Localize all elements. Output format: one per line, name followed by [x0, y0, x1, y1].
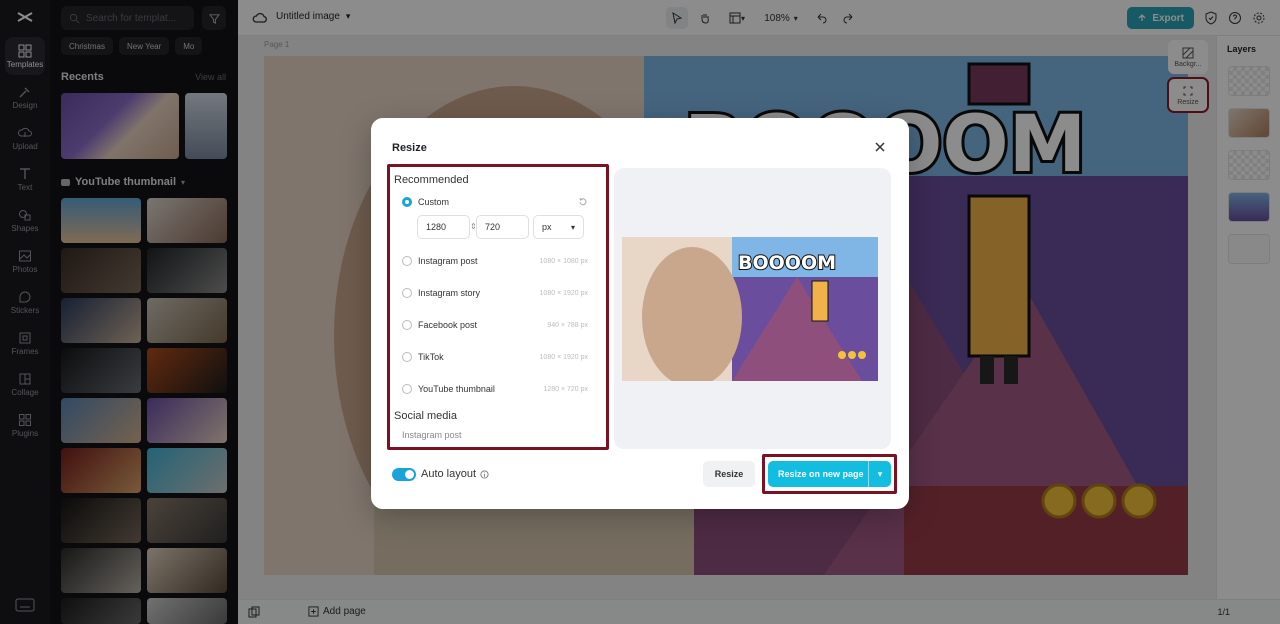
width-input[interactable]: 1280 — [417, 215, 470, 239]
option-dimension: 1080 × 1920 px — [539, 353, 588, 361]
unit-value: px — [542, 222, 552, 232]
chevron-down-icon: ▾ — [570, 222, 575, 232]
radio[interactable] — [402, 288, 412, 298]
radio[interactable] — [402, 384, 412, 394]
preview-artwork: BOOOOM — [622, 237, 878, 381]
width-value: 1280 — [426, 222, 447, 232]
option-dimension: 940 × 788 px — [547, 321, 588, 329]
option-dimension: 1080 × 1920 px — [539, 289, 588, 297]
social-option-instagram-post[interactable]: Instagram post — [402, 430, 462, 440]
option-tiktok[interactable]: TikTok 1080 × 1920 px — [402, 349, 588, 365]
height-value: 720 — [485, 222, 501, 232]
close-icon[interactable] — [873, 140, 887, 154]
resize-on-new-page-label: Resize on new page — [778, 469, 864, 479]
option-custom[interactable]: Custom — [402, 194, 588, 210]
height-input[interactable]: 720 — [476, 215, 529, 239]
auto-layout: Auto layout — [421, 468, 489, 480]
resize-dialog: Resize Recommended Custom 1280 ⇕ 720 px … — [371, 118, 909, 509]
resize-on-new-page-button[interactable]: Resize on new page ▾ — [768, 461, 891, 487]
dialog-title: Resize — [392, 142, 427, 154]
preview-text: BOOOOM — [738, 252, 836, 274]
option-facebook-post[interactable]: Facebook post 940 × 788 px — [402, 317, 588, 333]
option-dimension: 1280 × 720 px — [543, 385, 588, 393]
resize-preview: BOOOOM — [614, 168, 891, 449]
option-label: Custom — [418, 197, 450, 207]
option-youtube-thumbnail[interactable]: YouTube thumbnail 1280 × 720 px — [402, 381, 588, 397]
social-media-heading: Social media — [394, 410, 457, 422]
option-label: TikTok — [418, 352, 444, 362]
option-label: Instagram post — [418, 256, 478, 266]
preview-image: BOOOOM — [622, 237, 878, 381]
radio[interactable] — [402, 256, 412, 266]
option-instagram-story[interactable]: Instagram story 1080 × 1920 px — [402, 285, 588, 301]
auto-layout-toggle[interactable] — [392, 468, 416, 481]
resize-on-new-page-highlight: Resize on new page ▾ — [762, 454, 897, 494]
option-label: Facebook post — [418, 320, 478, 330]
reset-icon[interactable] — [578, 197, 588, 207]
option-label: YouTube thumbnail — [418, 384, 495, 394]
option-dimension: 1080 × 1080 px — [539, 257, 588, 265]
unit-select[interactable]: px ▾ — [533, 215, 584, 239]
resize-button[interactable]: Resize — [703, 461, 755, 487]
radio-checked[interactable] — [402, 197, 412, 207]
chevron-down-icon[interactable]: ▾ — [869, 469, 891, 480]
auto-layout-label: Auto layout — [421, 468, 477, 480]
radio[interactable] — [402, 352, 412, 362]
radio[interactable] — [402, 320, 412, 330]
option-label: Instagram story — [418, 288, 481, 298]
size-presets-panel: Recommended Custom 1280 ⇕ 720 px ▾ Insta… — [387, 164, 609, 450]
option-instagram-post[interactable]: Instagram post 1080 × 1080 px — [402, 253, 588, 269]
recommended-heading: Recommended — [394, 174, 469, 186]
info-icon[interactable] — [480, 469, 489, 479]
